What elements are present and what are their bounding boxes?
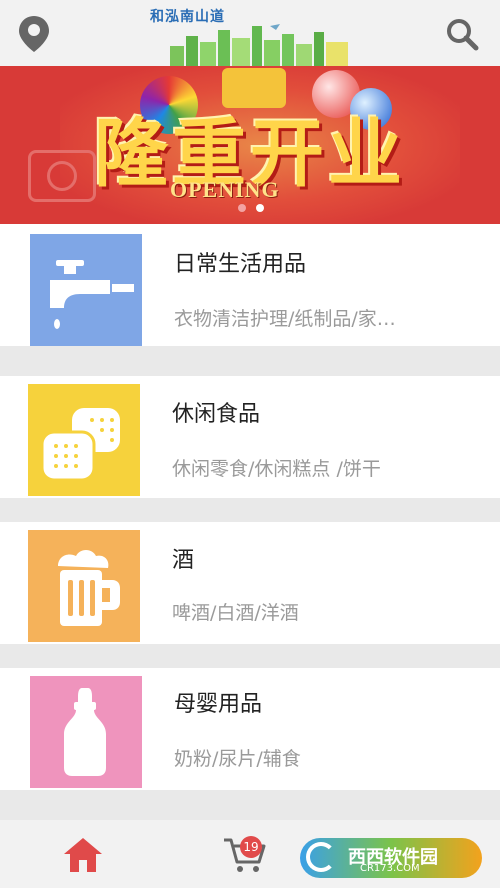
category-subtitle: 啤酒/白酒/洋酒	[172, 602, 299, 624]
category-card-mother-baby[interactable]: 母婴用品 奶粉/尿片/辅食	[0, 668, 500, 790]
category-title: 酒	[172, 548, 195, 573]
category-tile	[28, 530, 140, 642]
city-skyline-icon	[170, 24, 348, 66]
category-tile	[28, 384, 140, 496]
category-tile	[30, 676, 142, 788]
watermark-url: CR173.COM	[360, 863, 420, 874]
category-subtitle: 衣物清洁护理/纸制品/家…	[174, 308, 396, 330]
biscuit-icon	[40, 408, 120, 482]
promo-banner[interactable]: 隆重开业 OPENING	[0, 66, 500, 224]
category-card-liquor[interactable]: 酒 啤酒/白酒/洋酒	[0, 522, 500, 644]
category-subtitle: 休闲零食/休闲糕点 /饼干	[172, 458, 381, 480]
home-icon[interactable]	[62, 836, 104, 874]
faucet-icon	[50, 260, 134, 329]
category-subtitle: 奶粉/尿片/辅食	[174, 748, 301, 770]
watermark-logo: 西西软件园 CR173.COM	[300, 838, 482, 878]
carousel-dot[interactable]	[238, 204, 246, 212]
category-title: 休闲食品	[172, 402, 261, 427]
baby-bottle-icon	[64, 688, 106, 776]
category-tile	[30, 234, 142, 346]
brand-logo: 和泓南山道	[140, 4, 350, 66]
category-title: 母婴用品	[174, 692, 263, 717]
banner-subtitle: OPENING	[170, 177, 280, 202]
watermark-c-icon	[306, 842, 336, 872]
carousel-dot-active[interactable]	[256, 204, 264, 212]
category-card-daily-goods[interactable]: 日常生活用品 衣物清洁护理/纸制品/家…	[0, 224, 500, 346]
cart-count-badge: 19	[240, 836, 262, 858]
location-pin-icon[interactable]	[16, 14, 52, 54]
brand-logo-text: 和泓南山道	[150, 9, 225, 25]
category-title: 日常生活用品	[174, 252, 307, 277]
search-icon[interactable]	[444, 16, 480, 52]
category-card-snacks[interactable]: 休闲食品 休闲零食/休闲糕点 /饼干	[0, 376, 500, 498]
beer-mug-icon	[58, 550, 120, 626]
